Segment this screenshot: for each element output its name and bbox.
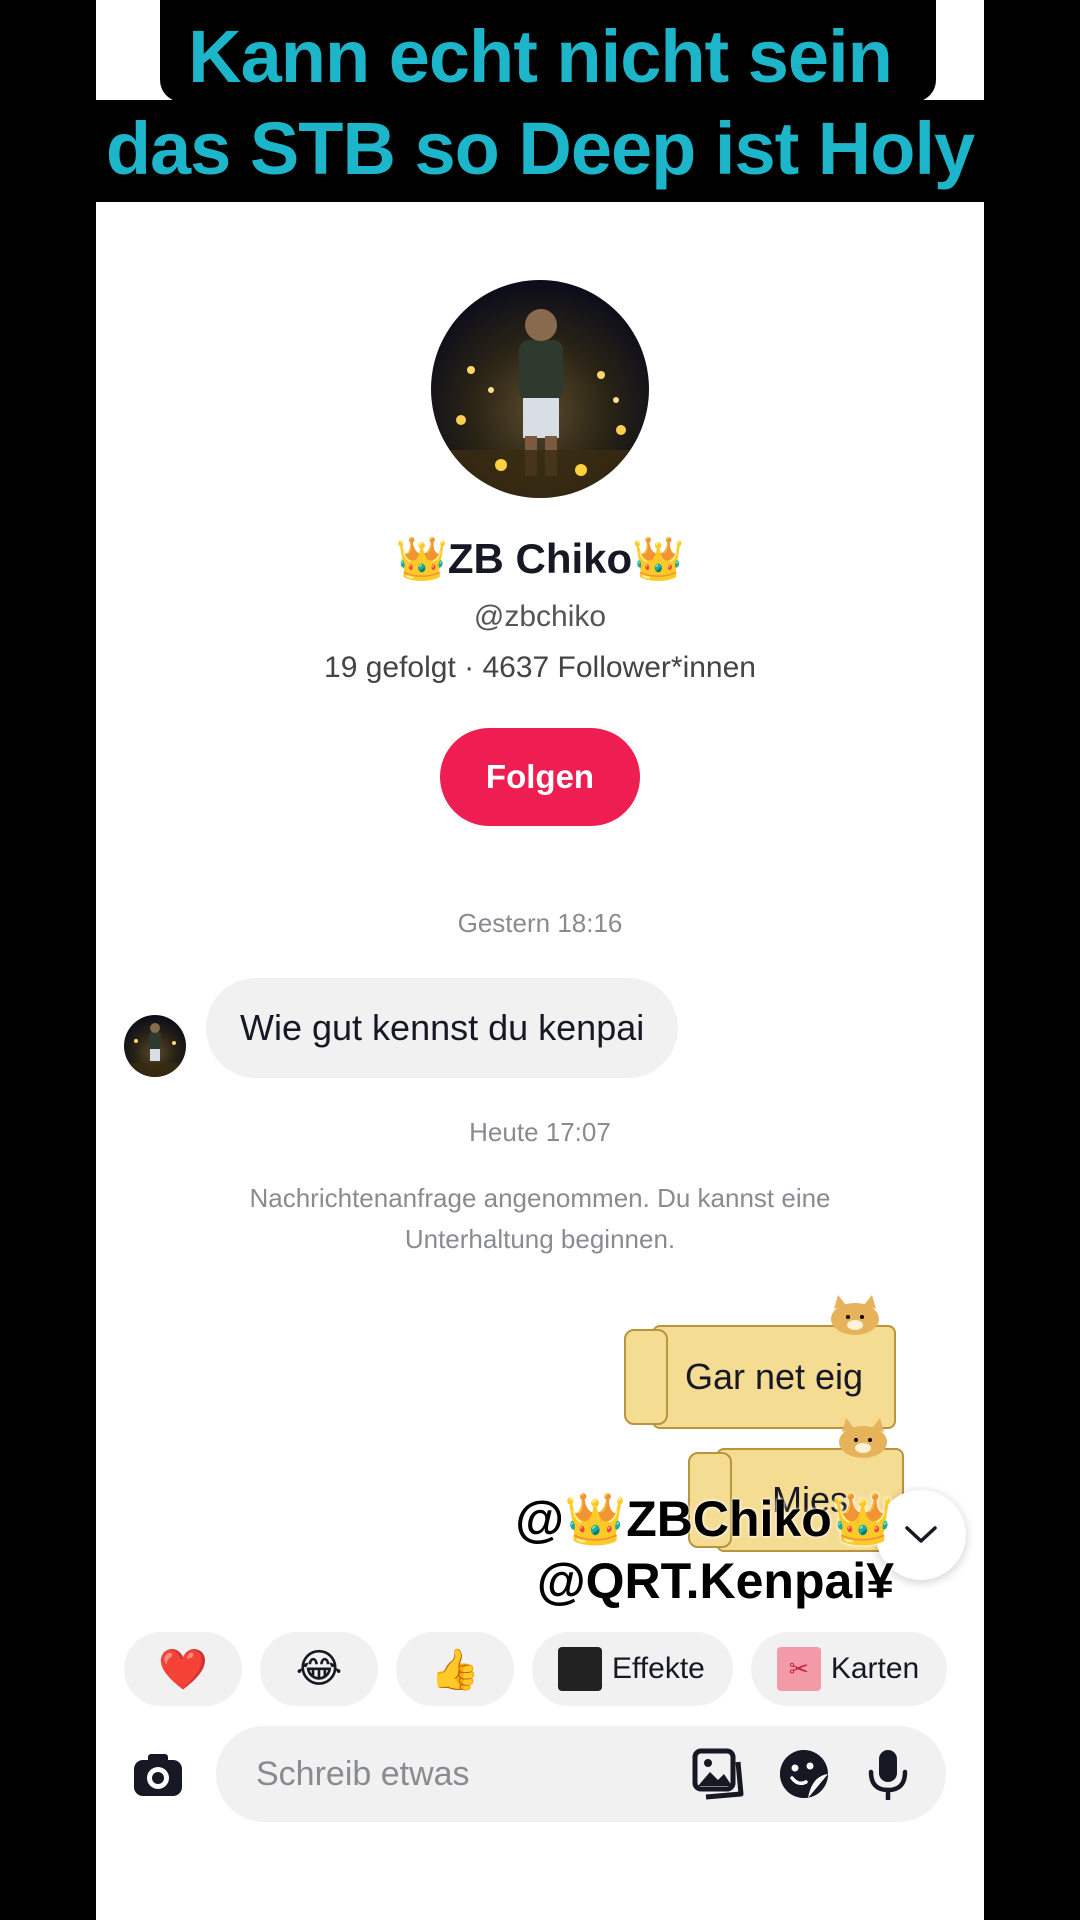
- laugh-reaction-chip[interactable]: 😂: [260, 1632, 378, 1706]
- outgoing-message-bubble[interactable]: Gar net eig: [624, 1295, 896, 1429]
- microphone-icon[interactable]: [862, 1748, 914, 1802]
- heart-reaction-chip[interactable]: ❤️: [124, 1632, 242, 1706]
- doge-head-icon: [839, 1418, 887, 1458]
- video-caption-line: das STB so Deep ist Holy: [105, 107, 975, 190]
- avatar-photo: [124, 1023, 186, 1077]
- sender-avatar[interactable]: [124, 1015, 186, 1077]
- message-timestamp: Gestern 18:16: [457, 908, 623, 938]
- sticker-icon-glyph: [780, 1750, 828, 1798]
- sticker-icon[interactable]: [778, 1748, 830, 1800]
- camera-icon[interactable]: [130, 1746, 186, 1802]
- follow-button[interactable]: Folgen: [440, 728, 640, 826]
- profile-avatar[interactable]: [431, 280, 649, 498]
- cards-chip[interactable]: ✂ Karten: [750, 1632, 948, 1706]
- message-input-placeholder: Schreib etwas: [256, 1754, 470, 1793]
- profile-name: 👑ZB Chiko👑: [395, 535, 685, 582]
- message-composer: Schreib etwas: [96, 1722, 984, 1826]
- profile-handle: @zbchiko: [473, 600, 607, 633]
- effects-thumbnail: [558, 1647, 602, 1691]
- video-caption-line: Kann echt nicht sein: [188, 15, 893, 98]
- effects-chip[interactable]: Effekte: [532, 1632, 733, 1706]
- overlay-mention-tag: @👑ZBChiko👑: [515, 1491, 894, 1547]
- gift-card-icon: ✂: [776, 1647, 821, 1691]
- chevron-down-icon: [905, 1526, 937, 1543]
- message-timestamp: Heute 17:07: [469, 1117, 611, 1147]
- incoming-message-bubble[interactable]: Wie gut kennst du kenpai: [206, 978, 679, 1078]
- message-input[interactable]: Schreib etwas: [216, 1726, 946, 1822]
- system-message: Nachrichtenanfrage angenommen. Du kannst…: [249, 1183, 831, 1254]
- chat-screen: 👑ZB Chiko👑 @zbchiko 19 gefolgt · 4637 Fo…: [96, 0, 984, 1920]
- thumbs-up-reaction-chip[interactable]: 👍: [396, 1632, 514, 1706]
- cards-label: Karten: [830, 1652, 920, 1685]
- camera-icon-glyph: [134, 1754, 182, 1796]
- overlay-mention-tag: @QRT.Kenpai¥: [536, 1553, 894, 1609]
- avatar-photo: [431, 309, 649, 498]
- profile-stats[interactable]: 19 gefolgt · 4637 Follower*innen: [96, 651, 984, 685]
- quick-reaction-bar: ❤️ 😂 👍 Effekte ✂ Karten: [124, 1632, 948, 1706]
- gallery-icon[interactable]: [692, 1748, 744, 1800]
- gallery-icon-glyph: [692, 1748, 744, 1800]
- effects-label: Effekte: [612, 1652, 705, 1685]
- microphone-icon-glyph: [868, 1750, 908, 1802]
- doge-head-icon: [831, 1295, 879, 1335]
- outgoing-message-text: Gar net eig: [684, 1356, 864, 1397]
